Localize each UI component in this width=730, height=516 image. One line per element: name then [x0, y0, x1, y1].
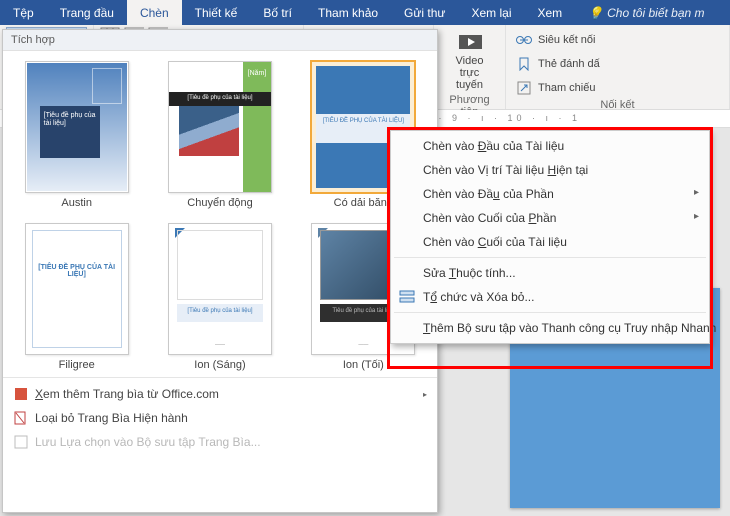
- save-to-gallery-button: Lưu Lựa chọn vào Bộ sưu tập Trang Bìa...: [3, 430, 437, 454]
- office-icon: [13, 386, 29, 402]
- tab-insert[interactable]: Chèn: [127, 0, 182, 25]
- cover-thumb-ion-light[interactable]: [Tiêu đề phụ của tài liệu] ——: [168, 223, 272, 355]
- tab-file[interactable]: Tệp: [0, 0, 47, 25]
- ctx-insert-doc-start[interactable]: Chèn vào Đầu của Tài liệu: [393, 134, 707, 158]
- ribbon-tabs: Tệp Trang đầu Chèn Thiết kế Bố trí Tham …: [0, 0, 730, 25]
- context-menu: Chèn vào Đầu của Tài liệu Chèn vào Vị tr…: [390, 130, 710, 344]
- save-selection-icon: [13, 434, 29, 450]
- ctx-add-to-qat[interactable]: Thêm Bộ sưu tập vào Thanh công cụ Truy n…: [393, 316, 707, 340]
- tab-design[interactable]: Thiết kế: [182, 0, 251, 25]
- ctx-insert-current-pos[interactable]: Chèn vào Vị trí Tài liệu Hiện tại: [393, 158, 707, 182]
- tab-review[interactable]: Xem lại: [458, 0, 524, 25]
- tab-references[interactable]: Tham khảo: [305, 0, 391, 25]
- remove-icon: [13, 410, 29, 426]
- video-icon: [458, 30, 482, 54]
- tab-home[interactable]: Trang đầu: [47, 0, 127, 25]
- cover-thumb-motion[interactable]: [Năm] [Tiêu đề phụ của tài liệu]: [168, 61, 272, 193]
- ctx-insert-doc-end[interactable]: Chèn vào Cuối của Tài liệu: [393, 230, 707, 254]
- crossref-button[interactable]: Tham chiếu: [512, 77, 723, 99]
- bookmark-icon: [514, 54, 534, 74]
- remove-cover-button[interactable]: Loại bỏ Trang Bìa Hiện hành: [3, 406, 437, 430]
- tell-me[interactable]: Cho tôi biết bạn m: [575, 0, 717, 25]
- tab-layout[interactable]: Bố trí: [250, 0, 305, 25]
- lightbulb-icon: [588, 6, 603, 20]
- link-icon: [514, 30, 534, 50]
- ctx-insert-section-start[interactable]: Chèn vào Đầu của Phần: [393, 182, 707, 206]
- cover-thumb-filigree[interactable]: [TIÊU ĐỀ PHỤ CỦA TÀI LIỆU]: [25, 223, 129, 355]
- more-from-office-button[interactable]: XXem thêm Trang bìa từ Office.comem thêm…: [3, 382, 437, 406]
- ctx-organize-delete[interactable]: Tổ chức và Xóa bỏ...: [393, 285, 707, 309]
- bookmark-button[interactable]: Thẻ đánh dấ: [512, 53, 723, 75]
- gallery-section-header: Tích hợp: [3, 30, 437, 51]
- tab-view[interactable]: Xem: [524, 0, 575, 25]
- online-video-button[interactable]: Video trực tuyến: [440, 27, 499, 94]
- hyperlink-button[interactable]: Siêu kết nối: [512, 29, 723, 51]
- chevron-right-icon: ▸: [423, 390, 427, 399]
- organize-icon: [399, 289, 415, 305]
- tab-mailings[interactable]: Gửi thư: [391, 0, 458, 25]
- ctx-edit-properties[interactable]: Sửa Thuộc tính...: [393, 261, 707, 285]
- crossref-icon: [514, 78, 534, 98]
- cover-thumb-austin[interactable]: [Tiêu đề phụ của tài liệu]: [25, 61, 129, 193]
- ctx-insert-section-end[interactable]: Chèn vào Cuối của Phần: [393, 206, 707, 230]
- cover-page-gallery: Tích hợp [Tiêu đề phụ của tài liệu] Aust…: [2, 29, 438, 513]
